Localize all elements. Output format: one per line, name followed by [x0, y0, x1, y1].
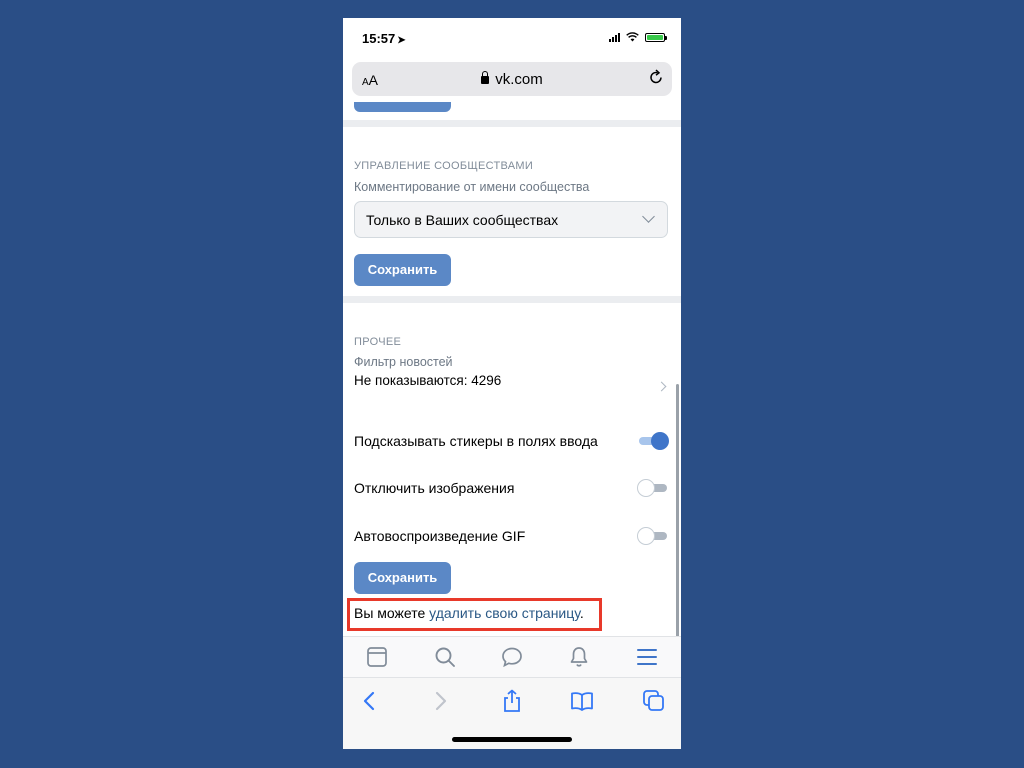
reload-icon[interactable] — [648, 69, 664, 85]
lock-icon — [481, 71, 490, 84]
phone-screen: 15:57 ➤ AA vk.com УПРАВЛЕНИЕ СООБЩЕСТВАМИ — [343, 18, 681, 749]
battery-icon — [645, 32, 667, 42]
status-time: 15:57 ➤ — [362, 31, 406, 46]
wifi-icon — [626, 32, 639, 42]
time-text: 15:57 — [362, 31, 396, 46]
vk-tab-bar — [343, 636, 681, 677]
news-icon[interactable] — [365, 645, 389, 669]
url-display[interactable]: vk.com — [352, 71, 672, 88]
news-filter-value: Не показываются: 4296 — [354, 373, 502, 388]
address-bar[interactable]: AA vk.com — [352, 62, 672, 96]
notifications-icon[interactable] — [567, 645, 591, 669]
messages-icon[interactable] — [500, 645, 524, 669]
cellular-signal-icon — [609, 32, 620, 42]
search-icon[interactable] — [433, 645, 457, 669]
partial-save-button[interactable] — [354, 102, 451, 112]
highlight-annotation — [347, 598, 602, 631]
bookmarks-icon[interactable] — [569, 688, 595, 714]
other-section-title: ПРОЧЕЕ — [354, 336, 402, 348]
page-content: УПРАВЛЕНИЕ СООБЩЕСТВАМИ Комментирование … — [343, 102, 681, 636]
tabs-icon[interactable] — [641, 688, 667, 714]
chevron-down-icon — [642, 210, 655, 223]
sticker-hints-label: Подсказывать стикеры в полях ввода — [354, 433, 598, 449]
status-icons — [609, 32, 667, 42]
autoplay-gif-toggle[interactable] — [637, 527, 669, 545]
status-bar: 15:57 ➤ — [343, 18, 681, 58]
domain-text: vk.com — [495, 71, 543, 88]
news-filter-label: Фильтр новостей — [354, 355, 453, 369]
forward-icon[interactable] — [427, 688, 453, 714]
communities-section-title: УПРАВЛЕНИЕ СООБЩЕСТВАМИ — [354, 160, 534, 172]
location-arrow-icon: ➤ — [397, 35, 406, 46]
section-divider — [343, 296, 681, 303]
disable-images-label: Отключить изображения — [354, 480, 515, 496]
menu-icon[interactable] — [635, 645, 659, 669]
sticker-hints-toggle[interactable] — [637, 432, 669, 450]
scrollbar[interactable] — [676, 384, 679, 674]
select-value: Только в Ваших сообществах — [366, 212, 559, 228]
autoplay-gif-label: Автовоспроизведение GIF — [354, 528, 526, 544]
home-indicator — [452, 737, 572, 742]
disable-images-toggle[interactable] — [637, 479, 669, 497]
communities-save-button[interactable]: Сохранить — [354, 254, 451, 286]
comment-as-community-select[interactable]: Только в Ваших сообществах — [354, 201, 668, 238]
section-divider — [343, 120, 681, 127]
other-save-button[interactable]: Сохранить — [354, 562, 451, 594]
comment-as-community-label: Комментирование от имени сообщества — [354, 180, 590, 194]
chevron-right-icon — [656, 381, 667, 392]
back-icon[interactable] — [357, 688, 383, 714]
share-icon[interactable] — [499, 688, 525, 714]
